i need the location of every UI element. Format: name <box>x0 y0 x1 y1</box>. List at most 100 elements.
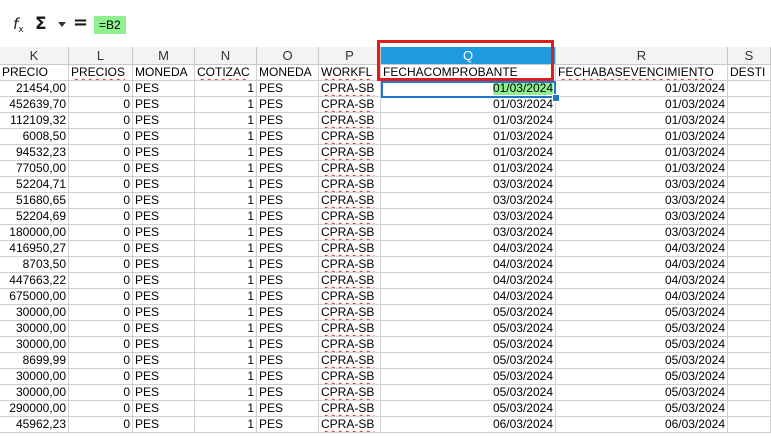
cell-fecha-vencimiento[interactable]: 05/03/2024 <box>556 369 728 385</box>
cell-precios[interactable]: 0 <box>69 401 133 417</box>
cell-destino[interactable] <box>728 129 771 145</box>
header-cell-moneda-2[interactable]: MONEDA <box>257 65 319 81</box>
cell-fecha-comprobante[interactable]: 01/03/2024 <box>381 97 556 113</box>
cell-precios[interactable]: 0 <box>69 385 133 401</box>
column-header-p[interactable]: P <box>319 47 381 65</box>
cell-workflow[interactable]: CPRA-SB <box>319 417 381 433</box>
cell-moneda[interactable]: PES <box>133 225 195 241</box>
cell-fecha-vencimiento[interactable]: 01/03/2024 <box>556 129 728 145</box>
cell-moneda-2[interactable]: PES <box>257 129 319 145</box>
cell-moneda[interactable]: PES <box>133 337 195 353</box>
cell-precio[interactable]: 290000,00 <box>0 401 69 417</box>
cell-precios[interactable]: 0 <box>69 129 133 145</box>
cell-moneda-2[interactable]: PES <box>257 369 319 385</box>
cell-moneda[interactable]: PES <box>133 385 195 401</box>
cell-workflow[interactable]: CPRA-SB <box>319 177 381 193</box>
cell-fecha-comprobante[interactable]: 05/03/2024 <box>381 401 556 417</box>
sum-icon[interactable]: Σ <box>35 14 47 34</box>
cell-precios[interactable]: 0 <box>69 209 133 225</box>
cell-cotizacion[interactable]: 1 <box>195 305 257 321</box>
cell-precios[interactable]: 0 <box>69 161 133 177</box>
cell-workflow[interactable]: CPRA-SB <box>319 289 381 305</box>
cell-fecha-comprobante[interactable]: 05/03/2024 <box>381 305 556 321</box>
cell-moneda-2[interactable]: PES <box>257 257 319 273</box>
cell-moneda-2[interactable]: PES <box>257 225 319 241</box>
cell-fecha-comprobante[interactable]: 04/03/2024 <box>381 273 556 289</box>
header-cell-fecha-comprobante[interactable]: FECHACOMPROBANTE <box>381 65 556 81</box>
cell-moneda-2[interactable]: PES <box>257 401 319 417</box>
header-cell-destino[interactable]: DESTI <box>728 65 771 81</box>
cell-moneda[interactable]: PES <box>133 273 195 289</box>
cell-destino[interactable] <box>728 113 771 129</box>
cell-destino[interactable] <box>728 177 771 193</box>
cell-precio[interactable]: 8703,50 <box>0 257 69 273</box>
cell-moneda-2[interactable]: PES <box>257 97 319 113</box>
cell-destino[interactable] <box>728 289 771 305</box>
cell-moneda[interactable]: PES <box>133 193 195 209</box>
cell-destino[interactable] <box>728 385 771 401</box>
cell-destino[interactable] <box>728 353 771 369</box>
formula-input[interactable]: =B2 <box>94 16 126 34</box>
cell-workflow[interactable]: CPRA-SB <box>319 337 381 353</box>
cell-workflow[interactable]: CPRA-SB <box>319 97 381 113</box>
cell-cotizacion[interactable]: 1 <box>195 385 257 401</box>
cell-precio[interactable]: 94532,23 <box>0 145 69 161</box>
cell-cotizacion[interactable]: 1 <box>195 225 257 241</box>
cell-precio[interactable]: 8699,99 <box>0 353 69 369</box>
cell-cotizacion[interactable]: 1 <box>195 161 257 177</box>
cell-fecha-comprobante[interactable]: 03/03/2024 <box>381 177 556 193</box>
cell-cotizacion[interactable]: 1 <box>195 81 257 97</box>
fill-handle[interactable] <box>552 94 560 102</box>
cell-precios[interactable]: 0 <box>69 81 133 97</box>
cell-precio[interactable]: 52204,71 <box>0 177 69 193</box>
cell-workflow[interactable]: CPRA-SB <box>319 113 381 129</box>
cell-moneda[interactable]: PES <box>133 97 195 113</box>
cell-fecha-comprobante[interactable]: 01/03/2024 <box>381 113 556 129</box>
cell-fecha-comprobante[interactable]: 04/03/2024 <box>381 289 556 305</box>
cell-moneda-2[interactable]: PES <box>257 289 319 305</box>
formula-equals-icon[interactable]: = <box>73 12 88 33</box>
cell-destino[interactable] <box>728 193 771 209</box>
cell-fecha-vencimiento[interactable]: 01/03/2024 <box>556 145 728 161</box>
cell-cotizacion[interactable]: 1 <box>195 321 257 337</box>
cell-moneda[interactable]: PES <box>133 321 195 337</box>
cell-destino[interactable] <box>728 401 771 417</box>
header-cell-fecha-vencimiento[interactable]: FECHABASEVENCIMIENTO <box>556 65 728 81</box>
cell-fecha-vencimiento[interactable]: 03/03/2024 <box>556 209 728 225</box>
cell-precio[interactable]: 6008,50 <box>0 129 69 145</box>
cell-workflow[interactable]: CPRA-SB <box>319 401 381 417</box>
cell-fecha-comprobante[interactable]: 03/03/2024 <box>381 225 556 241</box>
cell-workflow[interactable]: CPRA-SB <box>319 145 381 161</box>
cell-fecha-comprobante[interactable]: 01/03/2024 <box>381 129 556 145</box>
cell-workflow[interactable]: CPRA-SB <box>319 353 381 369</box>
cell-workflow[interactable]: CPRA-SB <box>319 161 381 177</box>
cell-fecha-comprobante[interactable]: 05/03/2024 <box>381 337 556 353</box>
cell-fecha-vencimiento[interactable]: 03/03/2024 <box>556 193 728 209</box>
cell-moneda-2[interactable]: PES <box>257 305 319 321</box>
column-header-m[interactable]: M <box>133 47 195 65</box>
cell-moneda[interactable]: PES <box>133 241 195 257</box>
cell-destino[interactable] <box>728 417 771 433</box>
cell-workflow[interactable]: CPRA-SB <box>319 369 381 385</box>
cell-moneda[interactable]: PES <box>133 145 195 161</box>
column-header-o[interactable]: O <box>257 47 319 65</box>
cell-precios[interactable]: 0 <box>69 193 133 209</box>
sum-dropdown-icon[interactable] <box>58 22 66 27</box>
cell-precio[interactable]: 180000,00 <box>0 225 69 241</box>
cell-fecha-comprobante[interactable]: 03/03/2024 <box>381 209 556 225</box>
cell-moneda-2[interactable]: PES <box>257 161 319 177</box>
column-header-n[interactable]: N <box>195 47 257 65</box>
cell-precios[interactable]: 0 <box>69 273 133 289</box>
cell-cotizacion[interactable]: 1 <box>195 193 257 209</box>
column-header-l[interactable]: L <box>69 47 133 65</box>
cell-precio[interactable]: 77050,00 <box>0 161 69 177</box>
cell-precio[interactable]: 416950,27 <box>0 241 69 257</box>
cell-precios[interactable]: 0 <box>69 337 133 353</box>
cell-workflow[interactable]: CPRA-SB <box>319 241 381 257</box>
cell-precios[interactable]: 0 <box>69 113 133 129</box>
cell-fecha-vencimiento[interactable]: 05/03/2024 <box>556 321 728 337</box>
cell-moneda-2[interactable]: PES <box>257 273 319 289</box>
cell-moneda-2[interactable]: PES <box>257 417 319 433</box>
cell-moneda-2[interactable]: PES <box>257 321 319 337</box>
cell-fecha-comprobante[interactable]: 05/03/2024 <box>381 385 556 401</box>
